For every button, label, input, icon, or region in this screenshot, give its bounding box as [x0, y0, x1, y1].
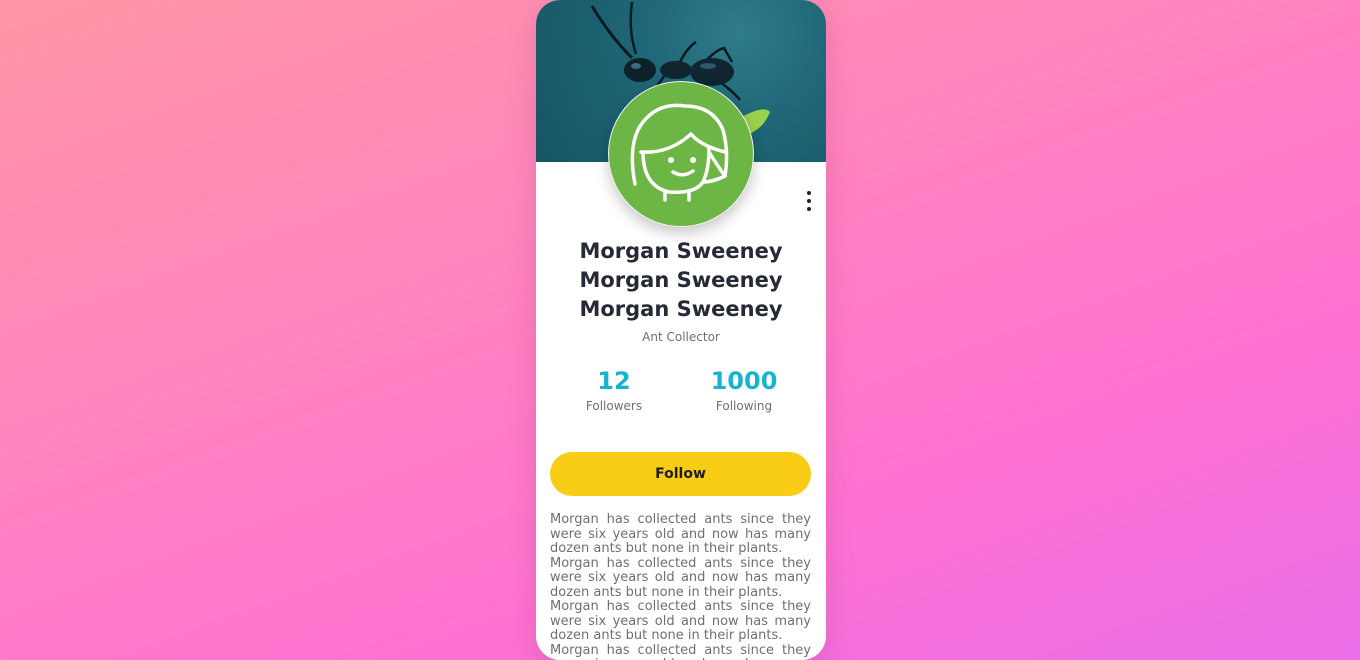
profile-role: Ant Collector	[642, 330, 720, 344]
followers-count: 12	[597, 367, 631, 395]
followers-label: Followers	[585, 399, 643, 413]
following-count: 1000	[710, 367, 778, 395]
bio-paragraph: Morgan has collected ants since they wer…	[550, 512, 811, 556]
stat-followers: 12 Followers	[554, 364, 674, 414]
more-vertical-icon[interactable]	[798, 188, 820, 214]
bio-paragraph: Morgan has collected ants since they wer…	[550, 555, 811, 600]
following-label: Following	[715, 399, 773, 413]
profile-card: Morgan Sweeney Morgan Sweeney Morgan Swe…	[536, 0, 826, 660]
stat-following: 1000 Following	[684, 364, 804, 414]
follow-button[interactable]: Follow	[550, 452, 811, 496]
avatar	[608, 81, 754, 227]
profile-bio: Morgan has collected ants since they wer…	[550, 512, 811, 660]
bio-paragraph: Morgan has collected ants since they wer…	[550, 642, 811, 660]
profile-name: Morgan Sweeney Morgan Sweeney Morgan Swe…	[536, 237, 826, 324]
profile-name-line: Morgan Sweeney	[579, 297, 783, 321]
profile-name-line: Morgan Sweeney	[579, 239, 783, 263]
profile-name-line: Morgan Sweeney	[579, 268, 783, 292]
bio-paragraph: Morgan has collected ants since they wer…	[550, 599, 811, 643]
